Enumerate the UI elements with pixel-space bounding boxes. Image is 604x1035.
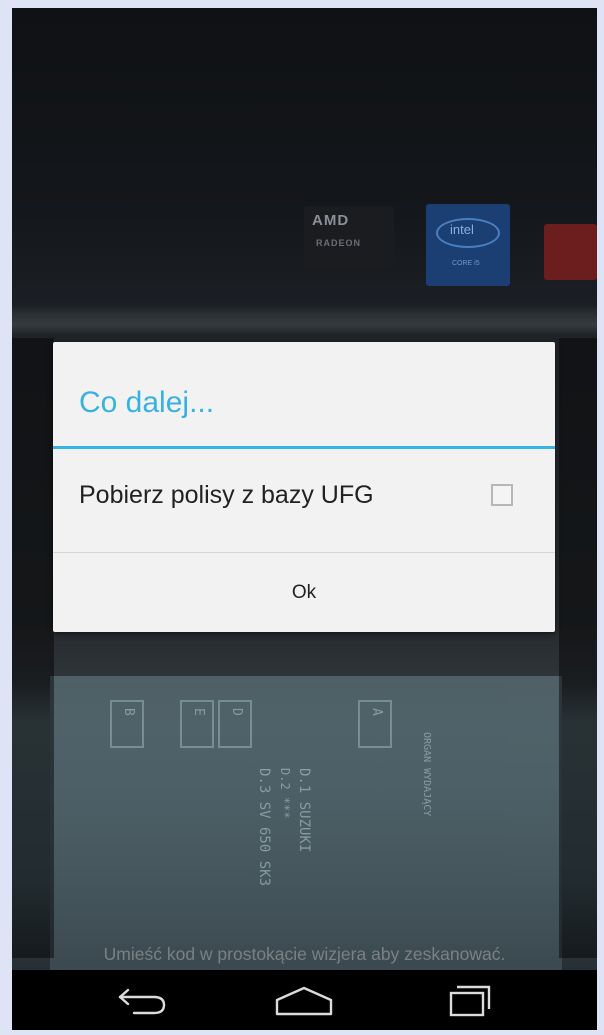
doc-box-d: D [218, 700, 252, 748]
phone-screen: AMD RADEON intel CORE i5 B E D A D.1 SUZ… [12, 8, 597, 1030]
doc-line: D.3 SV 650 SK3 [256, 768, 272, 887]
ufg-option-row[interactable]: Pobierz polisy z bazy UFG [53, 450, 555, 550]
home-button[interactable] [264, 978, 344, 1024]
what-next-dialog: Co dalej... Pobierz polisy z bazy UFG Ok [53, 342, 555, 632]
doc-box-letter: E [191, 708, 206, 716]
doc-line: D.2 *** [278, 768, 292, 819]
home-icon [275, 986, 333, 1016]
back-arrow-icon [118, 988, 166, 1015]
doc-box-b: B [110, 700, 144, 748]
doc-box-letter: B [121, 708, 136, 716]
amd-brand-text: AMD [312, 212, 350, 229]
navigation-bar [12, 970, 597, 1030]
recent-apps-button[interactable] [430, 978, 510, 1024]
back-button[interactable] [102, 978, 182, 1024]
amd-sticker: AMD RADEON [304, 206, 394, 270]
ufg-option-checkbox[interactable] [491, 484, 513, 506]
scanned-document: B E D A D.1 SUZUKI D.2 *** D.3 SV 650 SK… [50, 676, 562, 976]
viewfinder-mask-left [12, 338, 54, 958]
intel-sticker: intel CORE i5 [426, 204, 510, 286]
doc-line: ORGAN WYDAJĄCY [421, 732, 432, 817]
ufg-option-label: Pobierz polisy z bazy UFG [79, 481, 374, 509]
doc-box-letter: A [369, 708, 384, 716]
doc-box-e: E [180, 700, 214, 748]
dialog-title: Co dalej... [79, 386, 215, 419]
viewfinder-mask-right [559, 338, 597, 958]
recent-apps-icon [449, 985, 491, 1017]
intel-sub-text: CORE i5 [452, 260, 480, 267]
red-sticker [544, 224, 597, 280]
intel-brand-text: intel [450, 222, 474, 237]
amd-sub-text: RADEON [316, 238, 362, 248]
dialog-title-divider [53, 446, 555, 449]
doc-box-a: A [358, 700, 392, 748]
doc-line: D.1 SUZUKI [296, 768, 312, 853]
ok-button[interactable]: Ok [53, 553, 555, 632]
scan-hint-text: Umieść kod w prostokącie wizjera aby zes… [103, 944, 506, 964]
doc-box-letter: D [229, 708, 244, 716]
